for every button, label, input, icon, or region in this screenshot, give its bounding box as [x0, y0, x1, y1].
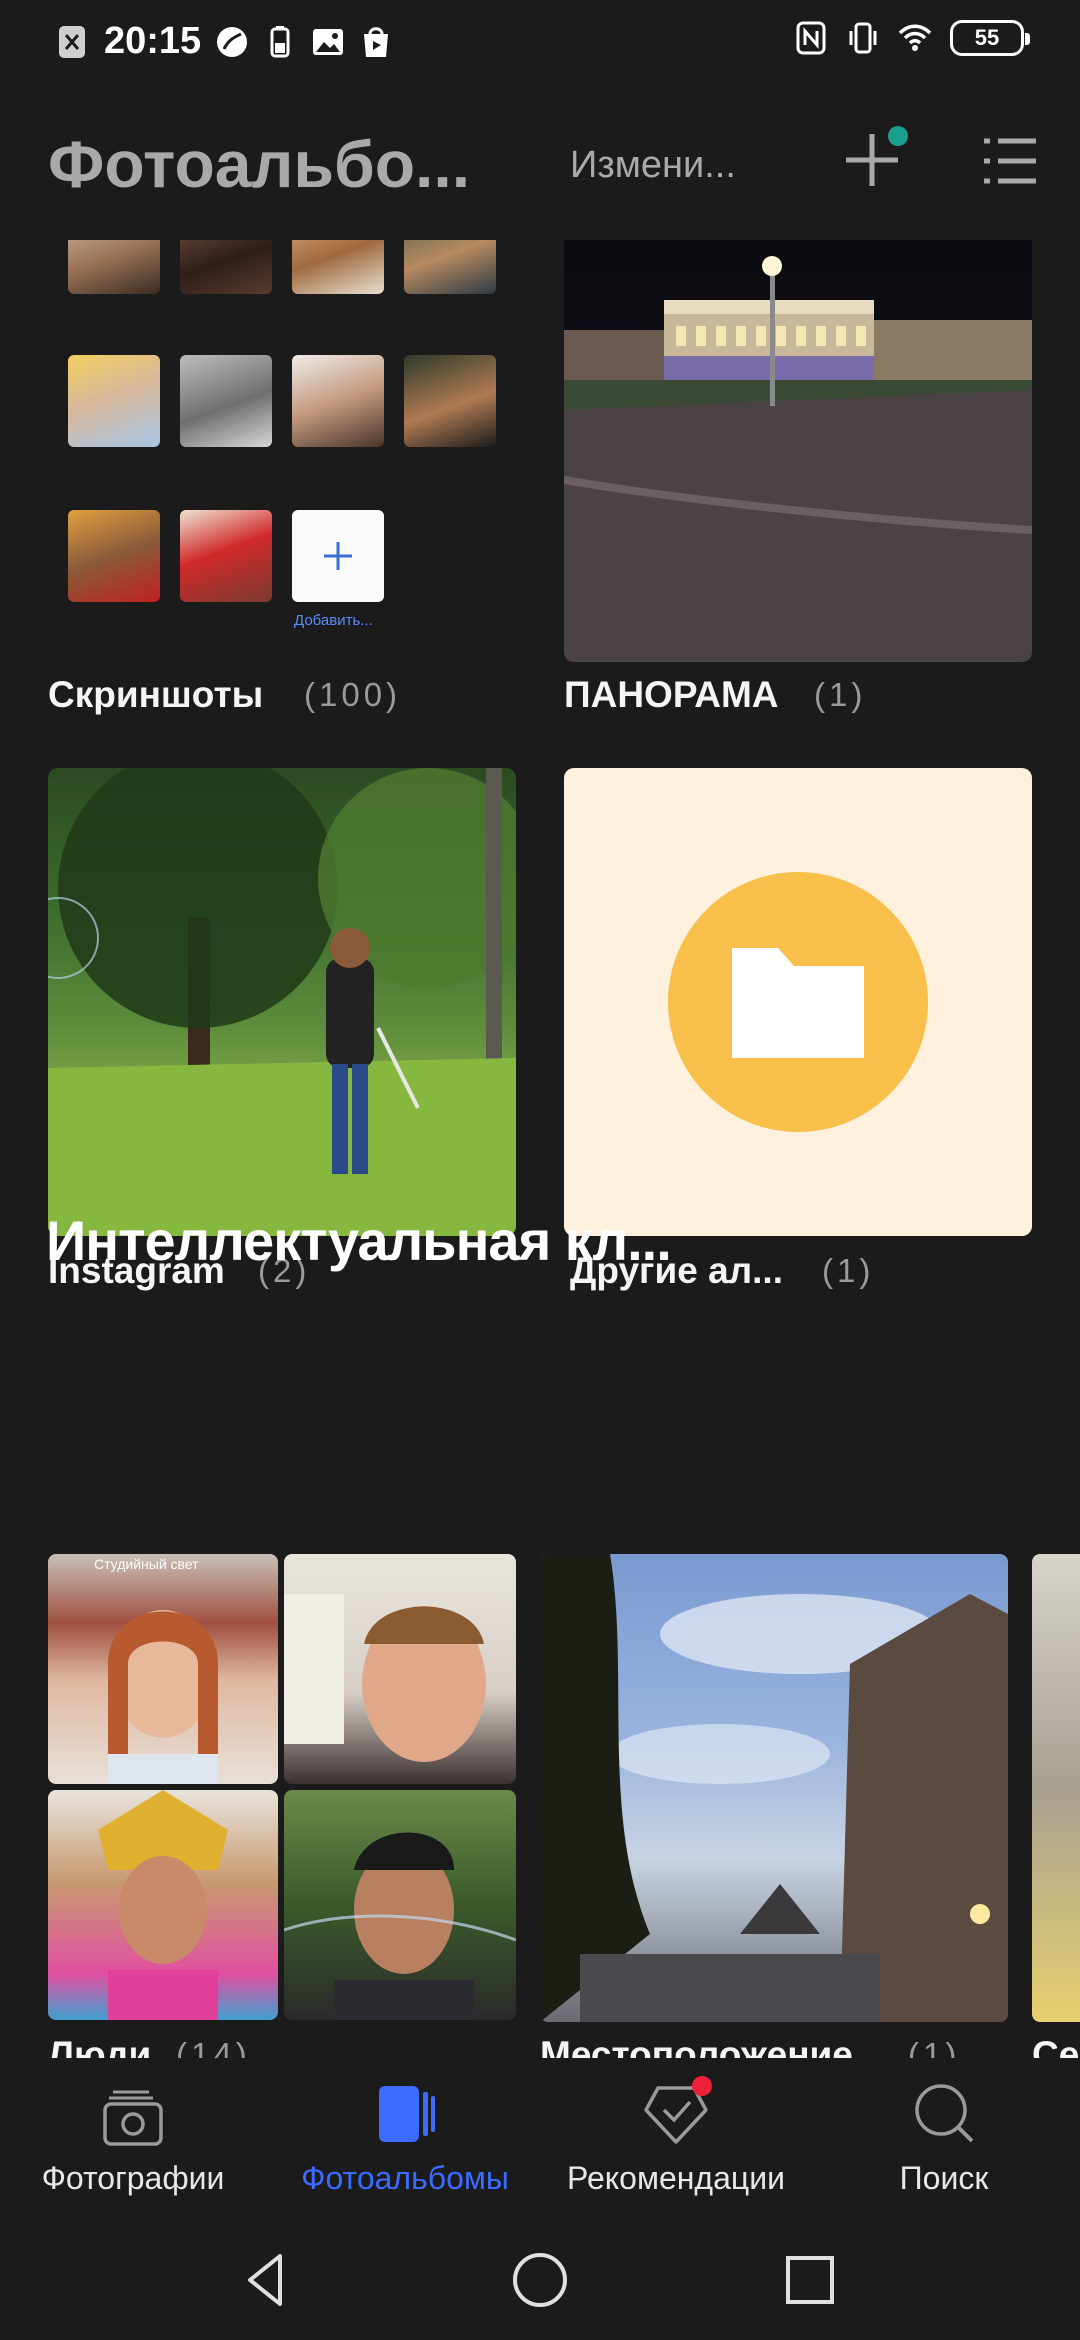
face-thumbnail[interactable] [292, 355, 384, 447]
edit-button[interactable]: Измени... [570, 144, 736, 187]
category-name-location: Местоположение [540, 2034, 853, 2058]
smart-section-title: Интеллектуальная кл... [46, 1209, 672, 1272]
face-thumbnail[interactable] [180, 240, 272, 294]
other-albums-thumbnail[interactable] [564, 768, 1032, 1236]
album-count-panorama: (1) [814, 676, 867, 713]
category-count-location: (1) [908, 2036, 961, 2058]
clock-time: 20:15 [104, 20, 202, 62]
page-title: Фотоальбо... [48, 127, 471, 201]
album-name-panorama: ПАНОРАМА [564, 674, 779, 715]
gallery-notification-icon [313, 28, 344, 55]
recommendations-badge [692, 2076, 712, 2096]
man-face-graphic [284, 1594, 486, 1762]
add-person-button[interactable] [292, 510, 384, 602]
nav-albums[interactable]: Фотоальбомы [290, 2078, 520, 2197]
close-notification-icon [59, 25, 85, 58]
recents-icon[interactable] [780, 2250, 840, 2310]
photos-icon [103, 2090, 163, 2146]
face-thumbnail[interactable] [180, 355, 272, 447]
app-bar: Фотоальбо... Измени... [0, 84, 1080, 240]
face-thumbnail[interactable] [180, 510, 272, 602]
system-navigation [0, 2220, 1080, 2340]
face-thumbnail[interactable] [68, 355, 160, 447]
face-thumbnail[interactable] [68, 510, 160, 602]
plus-icon [324, 542, 352, 570]
search-icon [915, 2084, 974, 2143]
leaf-app-icon [217, 26, 248, 57]
panorama-photo [564, 256, 1032, 662]
battery-indicator: 55 [950, 20, 1030, 56]
bottom-navigation: Фотографии Фотоальбомы Рекомендации Поис… [0, 2058, 1080, 2220]
nav-photos-label: Фотографии [41, 2160, 225, 2196]
nav-recommendations-label: Рекомендации [567, 2160, 785, 2196]
person-photo [284, 1554, 516, 1784]
vibrate-icon [849, 22, 877, 54]
man-bubble-graphic [284, 1832, 516, 2020]
location-photo [540, 1554, 1008, 2022]
third-category-thumbnail[interactable] [1032, 1554, 1080, 2022]
album-count-screenshots: (100) [304, 676, 402, 713]
status-bar: 20:15 55 [0, 0, 1080, 84]
album-count-other: (1) [822, 1252, 875, 1289]
instagram-photo [48, 768, 516, 1236]
studio-light-label: Студийный свет [94, 1556, 199, 1572]
panorama-album-thumbnail[interactable] [564, 240, 1032, 662]
nav-photos[interactable]: Фотографии [38, 2078, 228, 2197]
face-thumbnail[interactable] [404, 240, 496, 294]
person-photo: Студийный свет [48, 1554, 278, 1784]
nav-recommendations[interactable]: Рекомендации [556, 2078, 796, 2197]
albums-icon [379, 2086, 435, 2142]
instagram-album-thumbnail[interactable] [48, 768, 516, 1236]
home-icon[interactable] [510, 2250, 570, 2310]
nfc-icon [796, 21, 826, 55]
category-name-people: Люди [48, 2034, 152, 2058]
nav-albums-label: Фотоальбомы [301, 2160, 509, 2196]
nav-search-label: Поиск [899, 2160, 989, 2196]
dancer-face-graphic [98, 1790, 228, 2020]
person-photo [48, 1790, 278, 2020]
woman-face-graphic [108, 1610, 218, 1784]
album-name-screenshots: Скриншоты [48, 674, 264, 715]
battery-level: 55 [974, 25, 1000, 50]
face-thumbnail[interactable] [404, 355, 496, 447]
nav-search[interactable]: Поиск [884, 2078, 1004, 2197]
category-name-third: Се [1032, 2034, 1080, 2058]
folder-icon [668, 872, 928, 1132]
face-thumbnail[interactable] [68, 240, 160, 294]
face-thumbnail[interactable] [292, 240, 384, 294]
list-view-icon[interactable] [982, 136, 1038, 186]
location-category-thumbnail[interactable] [540, 1554, 1008, 2022]
wifi-icon [898, 24, 932, 51]
store-notification-icon [364, 26, 389, 57]
add-person-label: Добавить... [294, 612, 373, 629]
new-badge-dot [888, 126, 908, 146]
category-count-people: (14) [176, 2036, 251, 2058]
battery-saver-icon [270, 25, 290, 57]
back-icon[interactable] [236, 2250, 296, 2310]
person-photo [284, 1790, 516, 2020]
albums-content[interactable]: Добавить... Скриншоты (100) ПАНОРАМА (1)… [0, 240, 1080, 2058]
